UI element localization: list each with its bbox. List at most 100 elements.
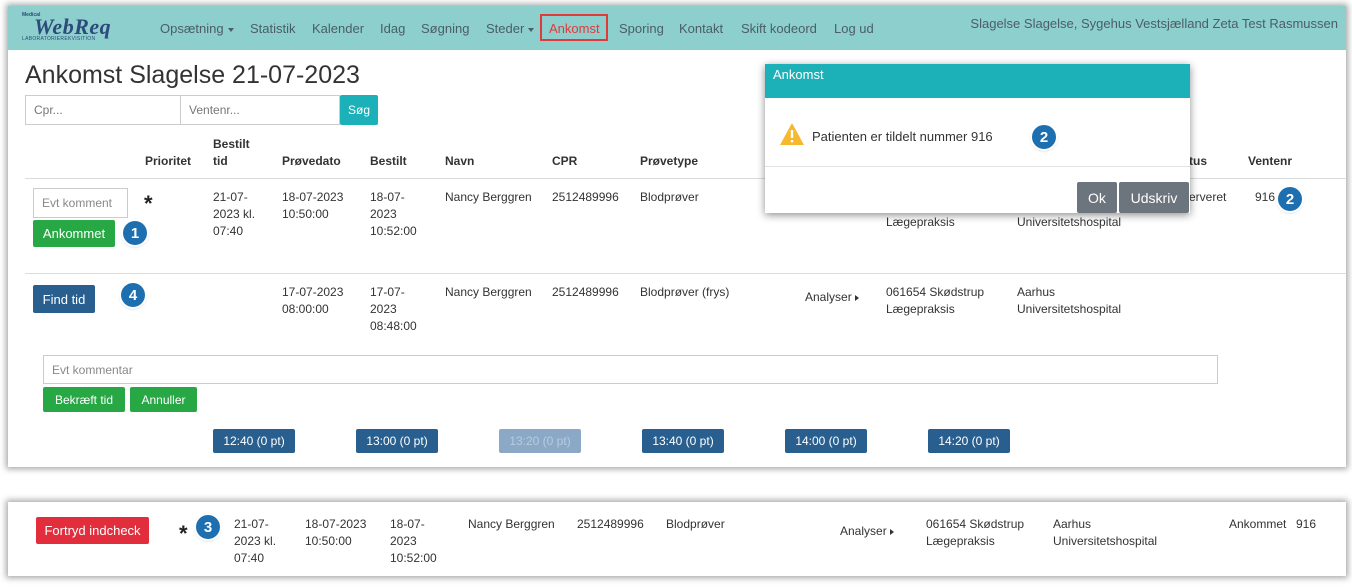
caret-down-icon xyxy=(528,27,535,32)
row3-analyser-dropdown[interactable]: Analyser xyxy=(840,524,894,538)
row2-analyser-dropdown[interactable]: Analyser xyxy=(805,290,859,304)
row2-bestilt-l3: 08:48:00 xyxy=(370,319,417,333)
header-bestilt-tid-line2: tid xyxy=(213,154,228,168)
row3-provedato-l2: 10:50:00 xyxy=(305,534,352,548)
ventenr-input[interactable]: Ventenr... xyxy=(180,95,340,125)
row2-analyser-label: Analyser xyxy=(805,290,852,304)
row3-bestilt-tid-l2: 2023 kl. xyxy=(234,534,277,548)
row2-sted: Aarhus Universitetshospital xyxy=(1017,284,1121,318)
row3-bestilt-l2: 2023 xyxy=(390,534,417,548)
time-slot-1400[interactable]: 14:00 (0 pt) xyxy=(785,429,867,453)
ok-button[interactable]: Ok xyxy=(1077,182,1117,213)
row3-rekvirent-l1: 061654 Skødstrup xyxy=(926,517,1025,531)
user-info[interactable]: Slagelse Slagelse, Sygehus Vestsjælland … xyxy=(970,16,1338,31)
nav-opsaetning-label: Opsætning xyxy=(160,21,224,36)
row1-sted: Universitetshospital xyxy=(1017,215,1122,229)
row2-provedato-l1: 17-07-2023 xyxy=(282,285,344,299)
time-slot-1340[interactable]: 13:40 (0 pt) xyxy=(642,429,724,453)
row1-comment-input[interactable]: Evt komment xyxy=(33,188,128,218)
nav-idag[interactable]: Idag xyxy=(380,21,405,36)
row1-bestilt-tid: 21-07- 2023 kl. 07:40 xyxy=(213,189,255,240)
row2-bestilt-l1: 17-07- xyxy=(370,285,405,299)
row3-status: Ankommet xyxy=(1229,517,1287,531)
bekraeft-tid-button[interactable]: Bekræft tid xyxy=(43,387,125,412)
modal-divider xyxy=(765,166,1190,167)
row3-sted-l2: Universitetshospital xyxy=(1053,534,1158,548)
row3-provetype: Blodprøver xyxy=(666,517,725,531)
row3-bestilt-l3: 10:52:00 xyxy=(390,551,437,565)
row2-cpr: 2512489996 xyxy=(552,285,619,299)
header-provedato: Prøvedato xyxy=(282,154,341,168)
cpr-input[interactable]: Cpr... xyxy=(25,95,181,125)
ankommet-button[interactable]: Ankommet xyxy=(33,220,115,247)
nav-log-ud[interactable]: Log ud xyxy=(834,21,874,36)
nav-statistik[interactable]: Statistik xyxy=(250,21,296,36)
page-title: Ankomst Slagelse 21-07-2023 xyxy=(25,61,360,89)
search-button[interactable]: Søg xyxy=(340,95,378,125)
annuller-button[interactable]: Annuller xyxy=(130,387,197,412)
step-badge-2b: 2 xyxy=(1278,187,1302,211)
time-slot-1240[interactable]: 12:40 (0 pt) xyxy=(213,429,295,453)
nav-kontakt[interactable]: Kontakt xyxy=(679,21,723,36)
udskriv-button[interactable]: Udskriv xyxy=(1119,182,1189,213)
time-slot-1300[interactable]: 13:00 (0 pt) xyxy=(356,429,438,453)
row3-bestilt-tid-l3: 07:40 xyxy=(234,551,265,565)
fortryd-indcheck-button[interactable]: Fortryd indcheck xyxy=(36,517,149,544)
row1-bestilt-tid-l1: 21-07- xyxy=(213,190,248,204)
booking-comment-input[interactable]: Evt kommentar xyxy=(43,355,1218,384)
row1-bestilt-tid-l2: 2023 kl. xyxy=(213,207,256,221)
warning-icon xyxy=(779,122,805,146)
row1-provetype: Blodprøver xyxy=(640,190,699,204)
row2-provedato-l2: 08:00:00 xyxy=(282,302,329,316)
row1-provedato: 18-07-2023 10:50:00 xyxy=(282,189,343,223)
highlight-box xyxy=(540,14,608,41)
row2-sted-l1: Aarhus xyxy=(1017,285,1056,299)
header-bestilt-tid-line1: Bestilt xyxy=(213,137,250,151)
header-ventenr: Ventenr xyxy=(1248,154,1293,168)
find-tid-button[interactable]: Find tid xyxy=(33,285,95,313)
row2-bestilt: 17-07- 2023 08:48:00 xyxy=(370,284,417,335)
row3-ventenr: 916 xyxy=(1296,517,1317,531)
logo-sub-text: LABORATORIEREKVISITION xyxy=(22,36,96,42)
webreq-logo[interactable]: Medical WebReq LABORATORIEREKVISITION xyxy=(20,12,138,44)
row3-navn: Nancy Berggren xyxy=(468,517,555,531)
row3-rekvirent-l2: Lægepraksis xyxy=(926,534,995,548)
caret-down-icon xyxy=(227,27,234,32)
row1-provedato-l1: 18-07-2023 xyxy=(282,190,344,204)
header-bestilt: Bestilt xyxy=(370,154,407,168)
nav-soegning[interactable]: Søgning xyxy=(421,21,469,36)
row3-priority-asterisk: * xyxy=(179,521,188,546)
row3-bestilt-tid: 21-07- 2023 kl. 07:40 xyxy=(234,516,276,567)
header-status: tus xyxy=(1189,154,1207,168)
step-badge-4: 4 xyxy=(121,283,145,307)
row3-rekvirent: 061654 Skødstrup Lægepraksis xyxy=(926,516,1024,550)
nav-steder[interactable]: Steder xyxy=(486,21,535,36)
row1-ventenr: 916 xyxy=(1255,190,1276,204)
row1-bestilt-l1: 18-07- xyxy=(370,190,405,204)
header-navn: Navn xyxy=(445,154,475,168)
step-badge-1: 1 xyxy=(123,221,147,245)
navbar: Medical WebReq LABORATORIEREKVISITION Op… xyxy=(8,6,1346,50)
nav-sporing[interactable]: Sporing xyxy=(619,21,664,36)
row1-provedato-l2: 10:50:00 xyxy=(282,207,329,221)
nav-opsaetning[interactable]: Opsætning xyxy=(160,21,234,36)
row1-bestilt: 18-07- 2023 10:52:00 xyxy=(370,189,417,240)
time-slot-1320[interactable]: 13:20 (0 pt) xyxy=(499,429,581,453)
nav-steder-label: Steder xyxy=(486,21,525,36)
row3-provedato: 18-07-2023 10:50:00 xyxy=(305,516,366,550)
row1-navn: Nancy Berggren xyxy=(445,190,532,204)
row1-cpr: 2512489996 xyxy=(552,190,619,204)
row3-bestilt-l1: 18-07- xyxy=(390,517,425,531)
nav-skift-kodeord[interactable]: Skift kodeord xyxy=(741,21,817,36)
row3-sted-l1: Aarhus xyxy=(1053,517,1092,531)
nav-kalender[interactable]: Kalender xyxy=(312,21,364,36)
time-slot-1420[interactable]: 14:20 (0 pt) xyxy=(928,429,1010,453)
step-badge-3: 3 xyxy=(196,515,220,539)
row2-sted-l2: Universitetshospital xyxy=(1017,302,1122,316)
row1-bestilt-tid-l3: 07:40 xyxy=(213,224,244,238)
caret-right-icon xyxy=(854,294,859,301)
row3-analyser-label: Analyser xyxy=(840,524,887,538)
header-provetype: Prøvetype xyxy=(640,154,699,168)
step-badge-2: 2 xyxy=(1032,125,1056,149)
row2-navn: Nancy Berggren xyxy=(445,285,532,299)
